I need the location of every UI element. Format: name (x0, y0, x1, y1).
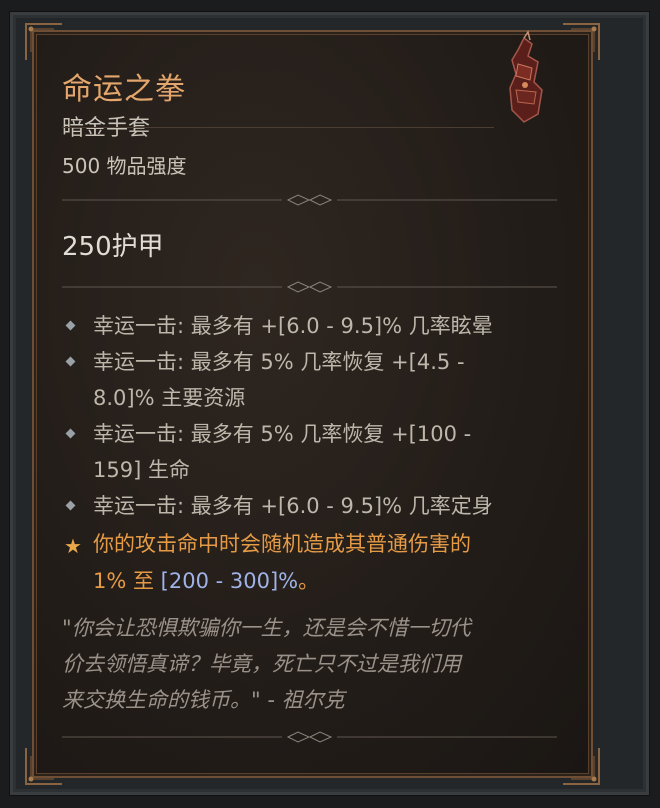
section-divider (62, 193, 557, 207)
affix-item: 幸运一击: 最多有 5% 几率恢复 +[100 - 159] 生命 (64, 416, 554, 488)
flavor-line: 价去领悟真谛？毕竟，死亡只不过是我们用 (62, 652, 461, 676)
item-power: 500 物品强度 (62, 154, 187, 178)
aspect-text: 。 (298, 569, 320, 593)
item-type: 暗金手套 (62, 116, 151, 141)
gauntlet-icon (494, 30, 554, 125)
diamond-bullet-icon (65, 320, 76, 331)
star-icon: ★ (64, 534, 82, 558)
aspect-range-value: [200 - 300]% (160, 569, 299, 593)
section-divider (62, 280, 557, 294)
aspect-line: 1% 至 [200 - 300]%。 (93, 563, 554, 600)
corner-ornament-top-left (24, 22, 64, 62)
aspect-text: 1% 至 (93, 569, 161, 593)
flavor-line: 来交换生命的钱币。" - 祖尔克 (62, 688, 345, 712)
flavor-line: "你会让恐惧欺骗你一生，还是会不惜一切代 (62, 616, 471, 640)
diamond-bullet-icon (65, 500, 76, 511)
affix-line: 幸运一击: 最多有 5% 几率恢复 +[4.5 - (93, 350, 465, 374)
unique-aspect: ★ 你的攻击命中时会随机造成其普通伤害的 1% 至 [200 - 300]%。 (64, 526, 554, 600)
affix-item: 幸运一击: 最多有 +[6.0 - 9.5]% 几率眩晕 (64, 308, 554, 344)
diamond-bullet-icon (65, 428, 76, 439)
section-divider (62, 730, 557, 744)
affix-line: 幸运一击: 最多有 +[6.0 - 9.5]% 几率眩晕 (93, 314, 493, 338)
affix-line: 幸运一击: 最多有 +[6.0 - 9.5]% 几率定身 (93, 494, 493, 518)
affix-list: 幸运一击: 最多有 +[6.0 - 9.5]% 几率眩晕 幸运一击: 最多有 5… (64, 308, 554, 524)
aspect-line: 你的攻击命中时会随机造成其普通伤害的 (93, 532, 471, 556)
corner-ornament-bottom-left (24, 746, 64, 786)
item-name: 命运之拳 (62, 72, 186, 107)
affix-line: 幸运一击: 最多有 5% 几率恢复 +[100 - (93, 422, 472, 446)
item-armor: 250护甲 (62, 232, 164, 262)
affix-item: 幸运一击: 最多有 5% 几率恢复 +[4.5 - 8.0]% 主要资源 (64, 344, 554, 416)
corner-ornament-top-right (561, 22, 601, 62)
corner-ornament-bottom-right (561, 746, 601, 786)
diamond-bullet-icon (65, 356, 76, 367)
affix-line-continued: 159] 生命 (93, 458, 190, 482)
title-underline (62, 127, 494, 128)
flavor-text: "你会让恐惧欺骗你一生，还是会不惜一切代 价去领悟真谛？毕竟，死亡只不过是我们用… (62, 610, 552, 718)
affix-line-continued: 8.0]% 主要资源 (93, 386, 246, 410)
affix-item: 幸运一击: 最多有 +[6.0 - 9.5]% 几率定身 (64, 488, 554, 524)
